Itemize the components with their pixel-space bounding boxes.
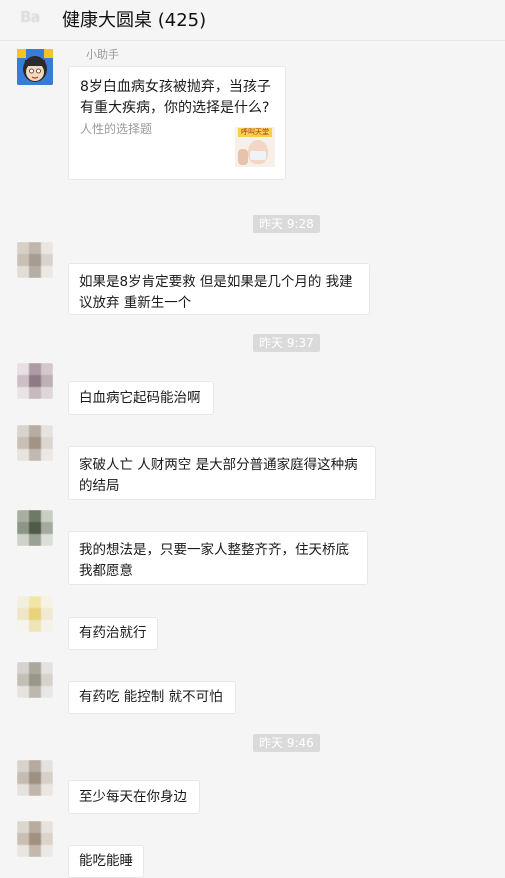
message-bubble[interactable]: 有药治就行 <box>68 617 158 650</box>
timestamp: 昨天 9:37 <box>253 334 320 352</box>
avatar[interactable] <box>17 425 53 461</box>
avatar[interactable] <box>17 363 53 399</box>
avatar[interactable] <box>17 596 53 632</box>
thumbnail-tag: 呼叫天堂 <box>238 128 272 137</box>
card-title: 8岁白血病女孩被抛弃，当孩子有重大疾病，你的选择是什么? <box>80 79 271 116</box>
message-bubble[interactable]: 家破人亡 人财两空 是大部分普通家庭得这种病的结局 <box>68 446 376 500</box>
message-bubble[interactable]: 我的想法是，只要一家人整整齐齐，住天桥底我都愿意 <box>68 531 368 585</box>
card-thumbnail: 呼叫天堂 <box>235 127 275 167</box>
message-bubble[interactable]: 有药吃 能控制 就不可怕 <box>68 681 236 714</box>
card-description: 人性的选择题 <box>80 122 153 136</box>
message-bubble[interactable]: 白血病它起码能治啊 <box>68 381 214 415</box>
avatar[interactable] <box>17 760 53 796</box>
timestamp: 昨天 9:28 <box>253 215 320 233</box>
assistant-avatar[interactable] <box>17 49 53 85</box>
avatar[interactable] <box>17 510 53 546</box>
app-logo: Ba <box>20 8 41 26</box>
sender-name <box>66 426 70 439</box>
shared-article-card[interactable]: 8岁白血病女孩被抛弃，当孩子有重大疾病，你的选择是什么? 人性的选择题 呼叫天堂 <box>68 66 286 180</box>
message-bubble[interactable]: 如果是8岁肯定要救 但是如果是几个月的 我建议放弃 重新生一个 <box>68 263 370 315</box>
sender-name: 小助手 <box>86 48 119 61</box>
avatar[interactable] <box>17 662 53 698</box>
chat-header: Ba 健康大圆桌 (425) <box>0 0 505 41</box>
message-bubble[interactable]: 至少每天在你身边 <box>68 780 200 814</box>
avatar[interactable] <box>17 821 53 857</box>
avatar[interactable] <box>17 242 53 278</box>
message-bubble[interactable]: 能吃能睡 <box>68 845 144 878</box>
chat-title[interactable]: 健康大圆桌 (425) <box>62 6 206 32</box>
timestamp: 昨天 9:46 <box>253 734 320 752</box>
